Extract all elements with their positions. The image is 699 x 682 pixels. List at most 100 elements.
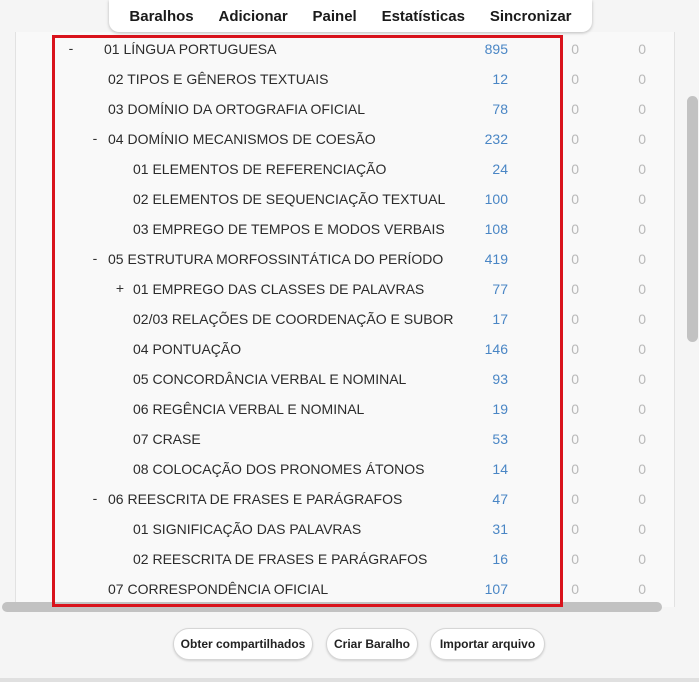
deck-row[interactable]: 02/03 RELAÇÕES DE COORDENAÇÃO E SUBORDIN… [16, 305, 674, 335]
due-count: 0 [638, 341, 646, 357]
deck-name[interactable]: 05 ESTRUTURA MORFOSSINTÁTICA DO PERÍODO [108, 251, 454, 267]
due-count: 0 [638, 521, 646, 537]
due-count: 0 [638, 431, 646, 447]
deck-row[interactable]: 03 EMPREGO DE TEMPOS E MODOS VERBAIS 108 0… [16, 215, 674, 245]
new-count: 24 [492, 161, 508, 177]
deck-row[interactable]: 06 REGÊNCIA VERBAL E NOMINAL 19 0 0 [16, 395, 674, 425]
due-count: 0 [638, 551, 646, 567]
deck-name[interactable]: 02/03 RELAÇÕES DE COORDENAÇÃO E SUBORDIN… [133, 311, 454, 327]
collapse-toggle[interactable]: - [89, 490, 101, 506]
deck-name[interactable]: 04 DOMÍNIO MECANISMOS DE COESÃO [108, 131, 454, 147]
collapse-toggle[interactable]: - [89, 250, 101, 266]
new-count: 12 [492, 71, 508, 87]
learn-count: 0 [571, 161, 579, 177]
new-count: 100 [484, 191, 508, 207]
due-count: 0 [638, 311, 646, 327]
deck-row[interactable]: 03 DOMÍNIO DA ORTOGRAFIA OFICIAL 78 0 0 [16, 95, 674, 125]
vertical-scrollbar[interactable] [687, 96, 698, 342]
deck-row[interactable]: -06 REESCRITA DE FRASES E PARÁGRAFOS 47 0 0 [16, 485, 674, 515]
new-count: 77 [492, 281, 508, 297]
learn-count: 0 [571, 251, 579, 267]
due-count: 0 [638, 491, 646, 507]
collapse-toggle[interactable]: - [89, 130, 101, 146]
deck-row[interactable]: 02 TIPOS E GÊNEROS TEXTUAIS 12 0 0 [16, 65, 674, 95]
deck-name[interactable]: 06 REESCRITA DE FRASES E PARÁGRAFOS [108, 491, 454, 507]
due-count: 0 [638, 251, 646, 267]
new-count: 19 [492, 401, 508, 417]
deck-browser: Baralhos Adicionar Painel Estatísticas S… [0, 0, 699, 682]
due-count: 0 [638, 191, 646, 207]
learn-count: 0 [571, 221, 579, 237]
deck-name[interactable]: 01 SIGNIFICAÇÃO DAS PALAVRAS [133, 521, 454, 537]
deck-name[interactable]: 05 CONCORDÂNCIA VERBAL E NOMINAL [133, 371, 454, 387]
toolbar-add-link[interactable]: Adicionar [218, 8, 287, 25]
deck-name[interactable]: 01 ELEMENTOS DE REFERENCIAÇÃO [133, 161, 454, 177]
due-count: 0 [638, 371, 646, 387]
bottom-divider [0, 678, 699, 682]
deck-name[interactable]: 02 REESCRITA DE FRASES E PARÁGRAFOS [133, 551, 454, 567]
new-count: 31 [492, 521, 508, 537]
top-toolbar: Baralhos Adicionar Painel Estatísticas S… [109, 0, 592, 32]
new-count: 108 [484, 221, 508, 237]
new-count: 107 [484, 581, 508, 597]
toolbar-sync-link[interactable]: Sincronizar [490, 8, 572, 25]
create-deck-button[interactable]: Criar Baralho [326, 628, 418, 660]
due-count: 0 [638, 41, 646, 57]
learn-count: 0 [571, 581, 579, 597]
new-count: 93 [492, 371, 508, 387]
deck-name[interactable]: 08 COLOCAÇÃO DOS PRONOMES ÁTONOS [133, 461, 454, 477]
deck-row[interactable]: 04 PONTUAÇÃO 146 0 0 [16, 335, 674, 365]
learn-count: 0 [571, 491, 579, 507]
horizontal-scrollbar[interactable] [2, 602, 662, 612]
learn-count: 0 [571, 311, 579, 327]
due-count: 0 [638, 401, 646, 417]
deck-row[interactable]: 08 COLOCAÇÃO DOS PRONOMES ÁTONOS 14 0 0 [16, 455, 674, 485]
deck-row[interactable]: 07 CRASE 53 0 0 [16, 425, 674, 455]
toolbar-stats-link[interactable]: Estatísticas [382, 8, 465, 25]
deck-row[interactable]: -05 ESTRUTURA MORFOSSINTÁTICA DO PERÍODO… [16, 245, 674, 275]
deck-row[interactable]: - 01 LÍNGUA PORTUGUESA 895 0 0 [16, 35, 674, 65]
due-count: 0 [638, 461, 646, 477]
learn-count: 0 [571, 341, 579, 357]
learn-count: 0 [571, 371, 579, 387]
learn-count: 0 [571, 71, 579, 87]
deck-row[interactable]: 05 CONCORDÂNCIA VERBAL E NOMINAL 93 0 0 [16, 365, 674, 395]
deck-name[interactable]: 07 CRASE [133, 431, 454, 447]
learn-count: 0 [571, 41, 579, 57]
learn-count: 0 [571, 191, 579, 207]
deck-name[interactable]: 07 CORRESPONDÊNCIA OFICIAL [108, 581, 454, 597]
deck-name[interactable]: 01 LÍNGUA PORTUGUESA [104, 41, 454, 57]
toolbar-decks-link[interactable]: Baralhos [129, 8, 193, 25]
deck-name[interactable]: 03 DOMÍNIO DA ORTOGRAFIA OFICIAL [108, 101, 454, 117]
deck-row[interactable]: 02 REESCRITA DE FRASES E PARÁGRAFOS 16 0 0 [16, 545, 674, 575]
collapse-toggle[interactable]: - [65, 40, 77, 56]
deck-list-panel: -01 LÍNGUA PORTUGUESA 895 0 0 02 TIPOS E GÊN… [15, 32, 675, 607]
new-count: 53 [492, 431, 508, 447]
deck-row[interactable]: 07 CORRESPONDÊNCIA OFICIAL 107 0 0 [16, 575, 674, 605]
deck-name[interactable]: 04 PONTUAÇÃO [133, 341, 454, 357]
due-count: 0 [638, 131, 646, 147]
new-count: 232 [484, 131, 508, 147]
get-shared-button[interactable]: Obter compartilhados [173, 628, 313, 660]
due-count: 0 [638, 281, 646, 297]
bottom-button-bar: Obter compartilhados Criar Baralho Impor… [0, 620, 699, 670]
due-count: 0 [638, 161, 646, 177]
import-file-button[interactable]: Importar arquivo [430, 628, 545, 660]
deck-name[interactable]: 02 ELEMENTOS DE SEQUENCIAÇÃO TEXTUAL [133, 191, 454, 207]
deck-row[interactable]: -04 DOMÍNIO MECANISMOS DE COESÃO 232 0 0 [16, 125, 674, 155]
deck-name[interactable]: 02 TIPOS E GÊNEROS TEXTUAIS [108, 71, 454, 87]
deck-row[interactable]: 01 ELEMENTOS DE REFERENCIAÇÃO 24 0 0 [16, 155, 674, 185]
deck-row[interactable]: +01 EMPREGO DAS CLASSES DE PALAVRAS 77 0 0 [16, 275, 674, 305]
deck-row[interactable]: 02 ELEMENTOS DE SEQUENCIAÇÃO TEXTUAL 100 0… [16, 185, 674, 215]
toolbar-dashboard-link[interactable]: Painel [313, 8, 357, 25]
expand-toggle[interactable]: + [114, 280, 126, 296]
learn-count: 0 [571, 461, 579, 477]
new-count: 47 [492, 491, 508, 507]
deck-row[interactable]: 01 SIGNIFICAÇÃO DAS PALAVRAS 31 0 0 [16, 515, 674, 545]
deck-name[interactable]: 01 EMPREGO DAS CLASSES DE PALAVRAS [133, 281, 454, 297]
deck-name[interactable]: 06 REGÊNCIA VERBAL E NOMINAL [133, 401, 454, 417]
learn-count: 0 [571, 521, 579, 537]
deck-name[interactable]: 03 EMPREGO DE TEMPOS E MODOS VERBAIS [133, 221, 454, 237]
new-count: 78 [492, 101, 508, 117]
new-count: 419 [484, 251, 508, 267]
